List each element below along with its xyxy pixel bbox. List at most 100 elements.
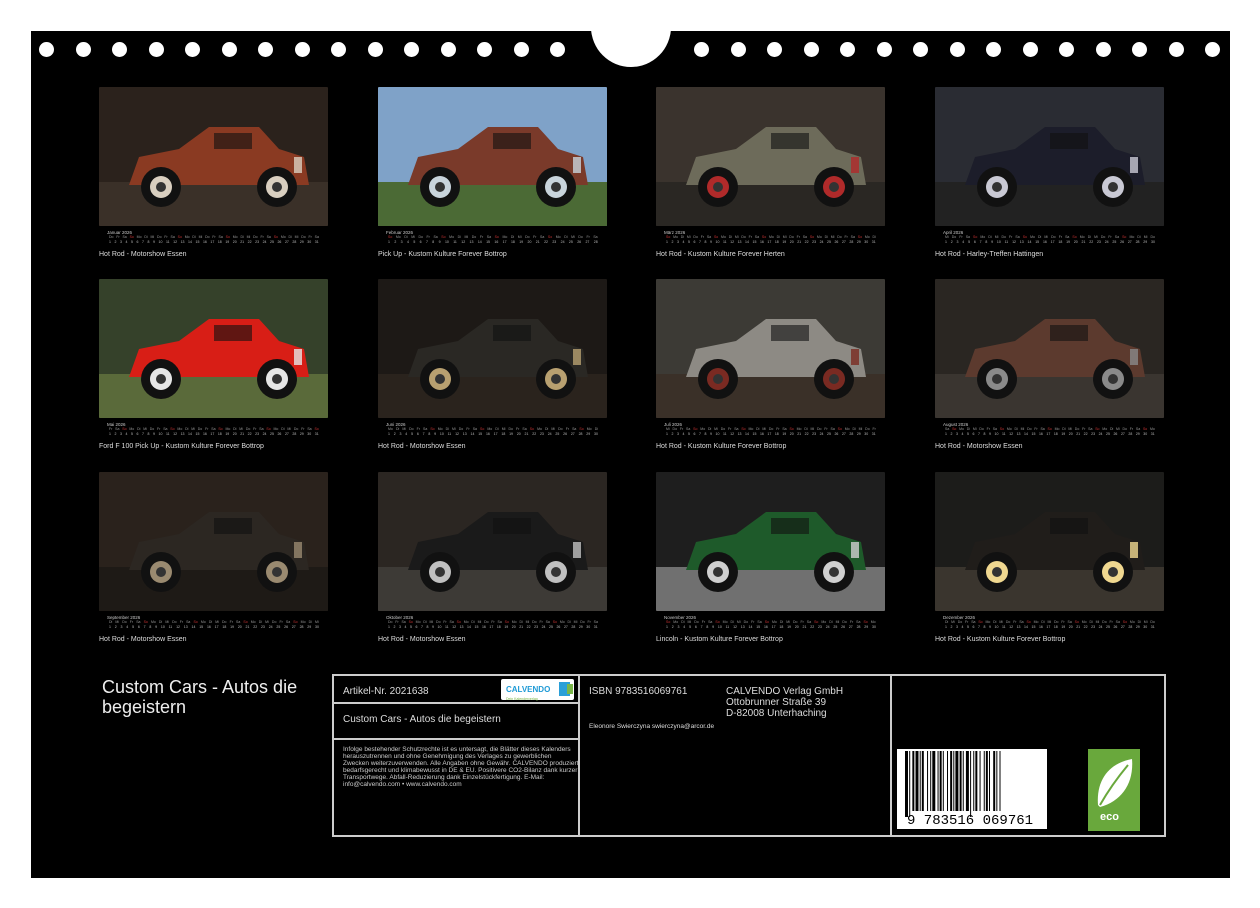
day-number: 30 (594, 432, 598, 436)
barcode-bar (985, 751, 988, 811)
calendar-back-sheet: Januar 2026 Do Fr Sa So Mo Di Mi Do Fr Sa So Mo Di Mi D… (31, 31, 1230, 878)
weekday-label: Mi (810, 427, 815, 431)
day-number: 16 (763, 625, 768, 629)
weekday-label: Mi (246, 235, 251, 239)
eco-label: eco (1100, 811, 1119, 823)
day-number: 20 (232, 432, 237, 436)
day-number: 15 (1031, 432, 1036, 436)
day-number: 26 (563, 432, 568, 436)
weekday-label: Do (792, 620, 798, 624)
date-row: 1 2 3 4 5 6 7 8 9 10 11 12 13 14 15 16 17 18 19 20 21 22 23 24 2… (388, 432, 598, 436)
photo-caption: Hot Rod - Motorshow Essen (378, 443, 466, 450)
weekday-row: Di Mi Do Fr Sa So Mo Di Mi Do Fr Sa So Mo Di Mi Do Fr Sa So… (109, 620, 319, 624)
weekday-label: Do (1150, 620, 1155, 624)
day-number: 11 (1004, 240, 1009, 244)
binding-hole (876, 42, 892, 57)
day-number: 4 (404, 625, 407, 629)
weekday-label: Do (558, 427, 563, 431)
weekday-label: So (1122, 235, 1127, 239)
day-number: 31 (871, 432, 876, 436)
day-number: 10 (994, 625, 999, 629)
weekday-label: Di (185, 427, 189, 431)
ean-barcode: 9 783516 069761 (897, 749, 1047, 829)
day-number: 26 (277, 240, 282, 244)
day-number: 14 (1027, 240, 1032, 244)
barcode-bar (930, 751, 932, 811)
day-number: 8 (426, 625, 429, 629)
weekday-label: Fr (157, 427, 161, 431)
weekday-label: Mo (1129, 235, 1135, 239)
weekday-label: Do (1122, 427, 1127, 431)
weekday-label: Mo (437, 427, 443, 431)
day-number: 2 (950, 240, 953, 244)
barcode-bar (950, 751, 953, 811)
day-number: 9 (712, 625, 715, 629)
weekday-label: Do (837, 235, 842, 239)
weekday-label: So (547, 235, 553, 239)
weekday-label: Do (172, 620, 177, 624)
car-photo (99, 87, 328, 226)
day-number: 26 (1113, 625, 1118, 629)
binding-hole (1168, 42, 1184, 57)
weekday-label: So (1072, 235, 1077, 239)
weekday-label: Sa (186, 620, 191, 624)
weekday-label: Di (681, 620, 685, 624)
weekday-label: Sa (593, 620, 598, 624)
weekday-label: Sa (433, 235, 438, 239)
weekday-label: Fr (679, 427, 684, 431)
day-number: 3 (956, 432, 958, 436)
barcode-bar (975, 751, 978, 811)
binding-hole (367, 42, 383, 57)
logo-mark (567, 684, 573, 694)
day-number: 17 (493, 432, 498, 436)
date-row: 1 2 3 4 5 6 7 8 9 10 11 12 13 14 15 16 17 18 19 20 21 22 23 24 2… (945, 625, 1155, 629)
weekday-label: Di (240, 235, 244, 239)
day-number: 19 (1061, 432, 1066, 436)
weekday-label: Mo (700, 427, 706, 431)
weekday-label: Mo (555, 235, 561, 239)
weekday-label: Mi (501, 427, 506, 431)
weekday-label: Mi (972, 427, 977, 431)
day-number: 20 (789, 432, 794, 436)
weekday-label: Fr (426, 235, 430, 239)
day-number: 20 (789, 240, 794, 244)
weekday-label: So (973, 235, 978, 239)
weekday-row: Fr Sa So Mo Di Mi Do Fr Sa So Mo Di Mi Do Fr Sa So Mo Di Mi… (109, 427, 319, 431)
weekday-label: Mi (198, 235, 203, 239)
weekday-label: Do (1074, 427, 1080, 431)
day-number: 6 (415, 625, 418, 629)
date-row: 1 2 3 4 5 6 7 8 9 10 11 12 13 14 15 16 17 18 19 20 21 22 23 24 2… (666, 240, 876, 244)
weekday-label: Mo (768, 235, 774, 239)
day-number: 17 (771, 625, 776, 629)
weekday-label: So (713, 235, 719, 239)
day-number: 11 (165, 432, 170, 436)
weekday-label: Fr (1058, 235, 1062, 239)
day-number: 26 (1120, 240, 1125, 244)
weekday-label: Mo (1030, 235, 1035, 239)
weekday-label: Mo (959, 427, 964, 431)
isbn: ISBN 9783516069761 (589, 686, 688, 697)
weekday-label: Sa (806, 620, 812, 624)
weekday-label: So (952, 427, 957, 431)
binding-hole (767, 42, 782, 57)
day-number: 24 (1098, 432, 1103, 436)
day-number: 21 (797, 240, 802, 244)
weekday-label: So (789, 427, 794, 431)
day-number: 29 (1135, 625, 1140, 629)
day-number: 8 (985, 240, 988, 244)
day-number: 3 (677, 625, 680, 629)
weekday-label: Fr (1009, 235, 1013, 239)
day-number: 3 (677, 240, 679, 244)
weekday-label: Di (1137, 620, 1141, 624)
weekday-label: Sa (1065, 235, 1070, 239)
day-number: 7 (421, 625, 423, 629)
weekday-label: Sa (1115, 620, 1120, 624)
date-row: 1 2 3 4 5 6 7 8 9 10 11 12 13 14 15 16 17 18 19 20 21 22 23 24 2… (945, 432, 1155, 436)
day-number: 8 (704, 432, 707, 436)
weekday-label: Mo (1006, 427, 1012, 431)
day-number: 11 (444, 625, 449, 629)
weekday-label: Mi (734, 235, 739, 239)
weekday-label: Mo (1129, 620, 1135, 624)
weekday-label: So (666, 620, 671, 624)
weekday-label: Fr (700, 235, 705, 239)
